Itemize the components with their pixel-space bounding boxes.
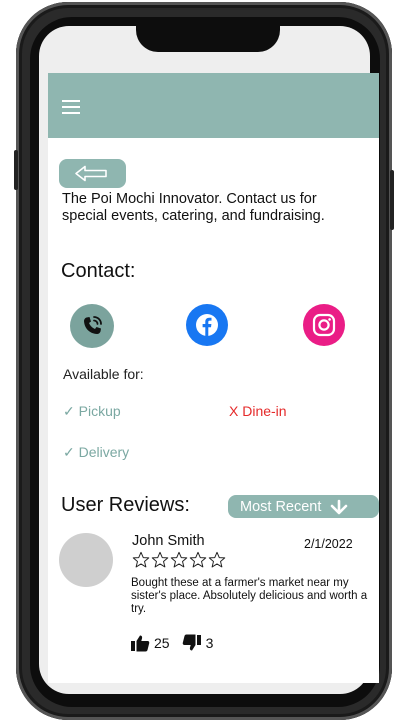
star-outline-icon bbox=[208, 551, 226, 568]
star-outline-icon bbox=[170, 551, 188, 568]
hamburger-menu-icon[interactable] bbox=[62, 100, 80, 114]
facebook-button[interactable] bbox=[186, 304, 228, 346]
user-reviews-heading: User Reviews: bbox=[61, 494, 190, 516]
sort-label: Most Recent bbox=[240, 498, 322, 515]
star-outline-icon bbox=[189, 551, 207, 568]
available-for-label: Available for: bbox=[63, 366, 144, 382]
instagram-button[interactable] bbox=[303, 304, 345, 346]
chevron-down-icon bbox=[331, 499, 348, 514]
review-text: Bought these at a farmer's market near m… bbox=[131, 577, 368, 615]
review-votes: 25 3 bbox=[130, 634, 213, 652]
delivery-available: ✓ Delivery bbox=[63, 444, 130, 460]
instagram-icon bbox=[312, 313, 336, 337]
thumbs-down-icon bbox=[182, 634, 201, 651]
phone-call-button[interactable] bbox=[70, 304, 114, 348]
avatar bbox=[59, 533, 113, 587]
dislike-button[interactable]: 3 bbox=[182, 634, 214, 652]
dine-in-unavailable: X Dine-in bbox=[229, 403, 287, 419]
facebook-icon bbox=[196, 314, 218, 336]
star-outline-icon bbox=[132, 551, 150, 568]
sort-reviews-dropdown[interactable]: Most Recent bbox=[228, 495, 379, 518]
app-header bbox=[48, 73, 379, 138]
app-screen: The Poi Mochi Innovator. Contact us for … bbox=[48, 73, 379, 683]
phone-side-button bbox=[390, 170, 394, 230]
phone-notch bbox=[136, 18, 280, 52]
thumbs-up-icon bbox=[131, 635, 150, 652]
reviewer-name: John Smith bbox=[132, 533, 205, 549]
phone-call-icon bbox=[84, 316, 102, 334]
dislike-count: 3 bbox=[205, 635, 214, 651]
review-date: 2/1/2022 bbox=[304, 537, 353, 551]
back-button[interactable] bbox=[59, 159, 126, 188]
like-count: 25 bbox=[154, 635, 170, 651]
business-description: The Poi Mochi Innovator. Contact us for … bbox=[62, 191, 325, 224]
like-button[interactable]: 25 bbox=[130, 634, 170, 652]
contact-heading: Contact: bbox=[61, 260, 136, 282]
phone-side-button bbox=[14, 150, 18, 190]
star-rating bbox=[132, 551, 227, 569]
pickup-available: ✓ Pickup bbox=[63, 403, 121, 419]
back-arrow-icon bbox=[75, 165, 107, 182]
star-outline-icon bbox=[151, 551, 169, 568]
